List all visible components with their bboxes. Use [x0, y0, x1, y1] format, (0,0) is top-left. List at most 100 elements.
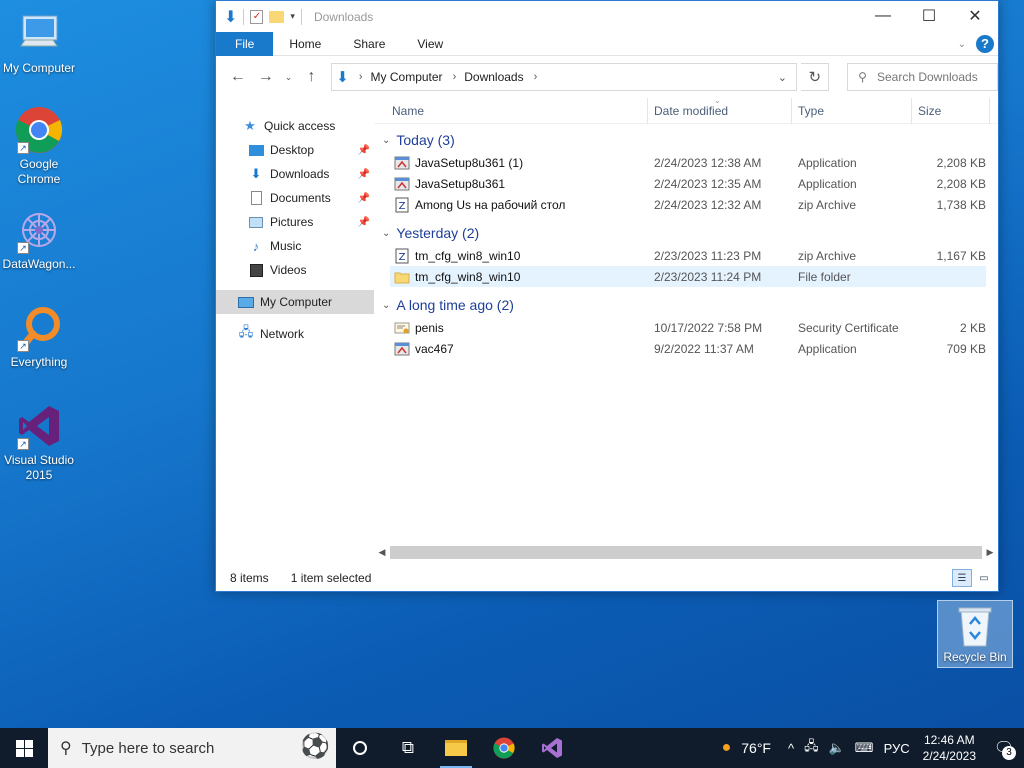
help-icon[interactable]: ?: [976, 35, 994, 53]
navigation-bar: ← → ⌄ ↑ ⬇ › My Computer › Downloads › ⌄ …: [216, 56, 998, 98]
recent-locations-button[interactable]: ⌄: [282, 65, 296, 89]
keyboard-icon[interactable]: ⌨: [850, 740, 879, 756]
file-row[interactable]: Ztm_cfg_win8_win10 2/23/2023 11:23 PM zip …: [390, 245, 986, 266]
weather-temperature[interactable]: 76°F: [736, 740, 783, 756]
large-icons-view-icon[interactable]: ▭: [974, 569, 994, 587]
tab-home[interactable]: Home: [273, 32, 337, 56]
group-header[interactable]: ⌄ Yesterday (2): [374, 221, 998, 245]
refresh-button[interactable]: ↻: [801, 63, 830, 91]
breadcrumb-my-computer[interactable]: My Computer: [371, 70, 443, 84]
customize-qat-icon[interactable]: ▾: [290, 11, 295, 22]
chrome-icon: [493, 737, 515, 759]
folder-icon: [394, 269, 410, 285]
action-center-button[interactable]: 🗨 3: [984, 728, 1024, 768]
chevron-down-icon[interactable]: ⌄: [382, 135, 390, 146]
chevron-right-icon[interactable]: ›: [453, 71, 457, 83]
file-row[interactable]: vac467 9/2/2022 11:37 AM Application 709 KB: [390, 338, 986, 359]
pin-icon[interactable]: 📌: [358, 217, 370, 228]
window-title: Downloads: [313, 9, 374, 24]
search-icon: ⚲: [858, 70, 867, 84]
column-header-name[interactable]: Name: [374, 97, 648, 124]
desktop-icon-google-chrome[interactable]: ↗ Google Chrome: [0, 106, 78, 187]
taskbar-file-explorer[interactable]: [432, 728, 480, 768]
file-row[interactable]: tm_cfg_win8_win10 2/23/2023 11:24 PM File …: [390, 266, 986, 287]
folder-icon: [445, 740, 467, 756]
desktop-icon-visual-studio[interactable]: ↗ Visual Studio 2015: [0, 402, 78, 483]
file-row[interactable]: JavaSetup8u361 2/24/2023 12:35 AM Applicat…: [390, 173, 986, 194]
scroll-right-icon[interactable]: ▶: [982, 547, 998, 558]
pin-icon[interactable]: 📌: [358, 145, 370, 156]
tab-view[interactable]: View: [401, 32, 459, 56]
forward-button[interactable]: →: [254, 65, 278, 89]
file-date: 2/24/2023 12:32 AM: [654, 197, 762, 212]
start-button[interactable]: [0, 728, 48, 768]
network-icon[interactable]: 🖧: [799, 737, 824, 759]
back-button[interactable]: ←: [226, 65, 250, 89]
cortana-button[interactable]: [336, 728, 384, 768]
group-header[interactable]: ⌄ Today (3): [374, 128, 998, 152]
shortcut-arrow-icon: ↗: [17, 340, 29, 352]
weather-sun-icon[interactable]: ●: [717, 739, 737, 757]
volume-icon[interactable]: 🔈: [824, 740, 850, 756]
desktop-icon-my-computer[interactable]: My Computer: [0, 10, 78, 76]
sidebar-item-desktop[interactable]: Desktop 📌: [216, 138, 374, 162]
search-input[interactable]: ⚲ Search Downloads: [847, 63, 998, 91]
show-hidden-icons-chevron-icon[interactable]: ^: [783, 741, 799, 756]
file-row[interactable]: penis 10/17/2022 7:58 PM Security Certific…: [390, 317, 986, 338]
clock[interactable]: 12:46 AM 2/24/2023: [915, 732, 984, 764]
expand-ribbon-icon[interactable]: ⌄: [958, 39, 966, 50]
chevron-down-icon[interactable]: ⌄: [382, 300, 390, 311]
chevron-right-icon[interactable]: ›: [534, 71, 538, 83]
close-button[interactable]: ✕: [952, 1, 998, 31]
address-bar[interactable]: ⬇ › My Computer › Downloads › ⌄: [331, 63, 798, 91]
address-dropdown-button[interactable]: ⌄: [768, 64, 796, 90]
desktop-icon-everything[interactable]: ↗ Everything: [0, 304, 78, 370]
file-row[interactable]: Z Among Us на рабочий стол 2/24/2023 12:32…: [390, 194, 986, 215]
sidebar-item-quick-access[interactable]: ★ Quick access: [216, 114, 374, 138]
desktop-icon-datawagon[interactable]: ↗ DataWagon...: [0, 206, 78, 272]
tab-share[interactable]: Share: [337, 32, 401, 56]
column-header-size[interactable]: Size: [912, 97, 990, 124]
scroll-left-icon[interactable]: ◀: [374, 547, 390, 558]
desktop-icon-label: Visual Studio 2015: [4, 453, 74, 482]
group-header[interactable]: ⌄ A long time ago (2): [374, 293, 998, 317]
desktop-folder-icon: [248, 142, 264, 158]
minimize-button[interactable]: —: [860, 1, 906, 31]
horizontal-scrollbar[interactable]: ◀ ▶: [374, 544, 998, 561]
status-bar: 8 items 1 item selected ☰ ▭: [216, 565, 998, 591]
column-header-type[interactable]: Type: [792, 97, 912, 124]
chevron-down-icon[interactable]: ⌄: [382, 228, 390, 239]
tab-file[interactable]: File: [216, 31, 274, 56]
sidebar-item-label: Documents: [270, 191, 331, 205]
sidebar-item-music[interactable]: ♪ Music: [216, 234, 374, 258]
file-size: 2 KB: [959, 320, 986, 335]
breadcrumb-downloads[interactable]: Downloads: [464, 70, 523, 84]
language-indicator[interactable]: РУС: [879, 741, 915, 756]
file-row[interactable]: JavaSetup8u361 (1) 2/24/2023 12:38 AM Appl…: [390, 152, 986, 173]
desktop-icon-label: DataWagon...: [2, 257, 76, 271]
details-view-icon[interactable]: ☰: [952, 569, 972, 587]
taskbar-chrome[interactable]: [480, 728, 528, 768]
pin-icon[interactable]: 📌: [358, 193, 370, 204]
sidebar-item-network[interactable]: 🖧 Network: [216, 322, 374, 346]
sidebar-item-downloads[interactable]: ⬇ Downloads 📌: [216, 162, 374, 186]
star-icon: ★: [244, 118, 256, 133]
scrollbar-thumb[interactable]: [390, 546, 982, 559]
properties-icon[interactable]: ✓: [250, 9, 264, 24]
pin-icon[interactable]: 📌: [358, 169, 370, 180]
taskbar: ⚲ Type here to search ⚽ ⧉ ● 76°F ^ 🖧 🔈 ⌨…: [0, 728, 1024, 768]
taskbar-search-input[interactable]: ⚲ Type here to search ⚽: [48, 728, 336, 768]
sidebar-item-videos[interactable]: Videos: [216, 258, 374, 282]
taskbar-visual-studio[interactable]: [528, 728, 576, 768]
desktop-icon-recycle-bin[interactable]: Recycle Bin: [937, 600, 1013, 668]
new-folder-icon[interactable]: [269, 10, 285, 23]
task-view-button[interactable]: ⧉: [384, 728, 432, 768]
everything-search-icon: ↗: [15, 304, 63, 352]
computer-icon: [238, 294, 254, 310]
sidebar-item-my-computer[interactable]: My Computer: [216, 290, 374, 314]
up-button[interactable]: ↑: [299, 65, 323, 89]
chevron-right-icon[interactable]: ›: [359, 71, 363, 83]
maximize-button[interactable]: ☐: [906, 1, 952, 31]
sidebar-item-documents[interactable]: Documents 📌: [216, 186, 374, 210]
sidebar-item-pictures[interactable]: Pictures 📌: [216, 210, 374, 234]
